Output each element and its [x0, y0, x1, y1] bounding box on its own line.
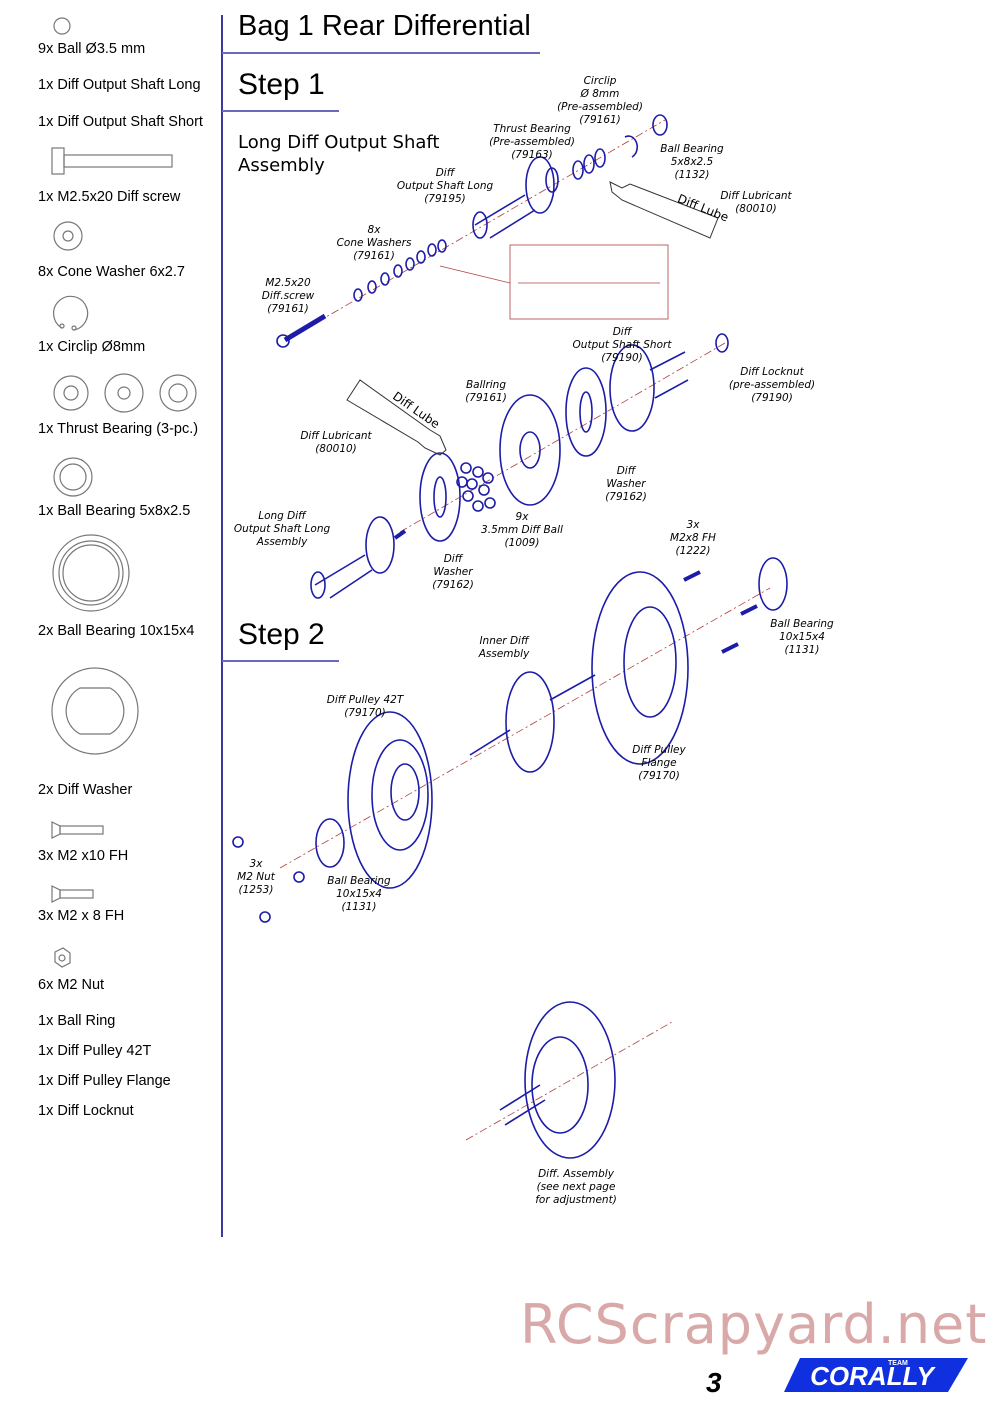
- callout-circlip: Circlip Ø 8mm (Pre-assembled) (79161): [557, 75, 643, 126]
- inner-diff-assembly: [469, 671, 596, 773]
- thrust-bearing: [572, 148, 606, 180]
- callout-output-shaft-short: Diff Output Shaft Short (79190): [572, 326, 672, 364]
- manual-page: 9x Ball Ø3.5 mm 1x Diff Output Shaft Lon…: [0, 0, 1000, 1415]
- callout-diff-lubricant-1: Diff Lubricant (80010): [720, 190, 792, 215]
- callout-diff-washer-2: Diff Washer (79162): [605, 465, 647, 503]
- callout-inner-diff: Inner Diff Assembly: [478, 635, 530, 660]
- m2x8-fh-screws: [683, 570, 758, 654]
- callout-diff-pulley: Diff Pulley 42T (79170): [326, 694, 404, 719]
- ball-bearing-10x15-right: [758, 557, 788, 611]
- team-corally-logo: CORALLY TEAM: [784, 1358, 968, 1392]
- assembly-axes: [279, 119, 771, 1141]
- callout-thrust-bearing: Thrust Bearing (Pre-assembled) (79163): [489, 123, 575, 161]
- callout-diff-assembly: Diff. Assembly (see next page for adjust…: [535, 1168, 617, 1206]
- diff-locknut: [715, 333, 729, 353]
- callout-pulley-flange: Diff Pulley Flange (79170): [632, 744, 686, 782]
- page-number: 3: [706, 1367, 722, 1398]
- callout-diff-balls: 9x 3.5mm Diff Ball (1009): [481, 511, 563, 549]
- callout-ballring: Ballring (79161): [465, 379, 507, 404]
- callout-long-shaft-assembly: Long Diff Output Shaft Long Assembly: [233, 510, 331, 548]
- callout-diff-screw: M2.5x20 Diff.screw (79161): [261, 277, 315, 315]
- diff-pulley: [347, 711, 433, 889]
- diff-screw: [276, 313, 327, 348]
- diff-balls: [456, 462, 496, 512]
- callout-ball-bearing-5x8: Ball Bearing 5x8x2.5 (1132): [660, 143, 724, 181]
- callout-ball-bearing-10x15-right: Ball Bearing 10x15x4 (1131): [770, 618, 834, 656]
- detail-inset: [439, 244, 669, 320]
- svg-text:TEAM: TEAM: [888, 1360, 908, 1367]
- diff-assembly: [499, 1001, 616, 1159]
- watermark: RCScrapyard.net: [520, 1293, 988, 1356]
- callout-cone-washers: 8x Cone Washers (79161): [336, 224, 412, 262]
- callout-m2-nut: 3x M2 Nut (1253): [237, 858, 275, 896]
- svg-text:CORALLY: CORALLY: [810, 1361, 936, 1391]
- ball-bearing-10x15-left: [315, 818, 345, 868]
- callout-output-shaft-long: Diff Output Shaft Long (79195): [396, 167, 494, 205]
- callout-diff-lubricant-2: Diff Lubricant (80010): [300, 430, 372, 455]
- callout-ball-bearing-10x15-left: Ball Bearing 10x15x4 (1131): [327, 875, 391, 913]
- diff-washer-2: [565, 367, 607, 457]
- callout-m2x8-fh: 3x M2x8 FH (1222): [670, 519, 716, 557]
- callout-diff-washer-1: Diff Washer (79162): [432, 553, 474, 591]
- callout-diff-locknut: Diff Locknut (pre-assembled) (79190): [728, 366, 816, 404]
- ballring: [499, 394, 561, 506]
- diff-pulley-flange: [591, 571, 689, 765]
- ball-bearing-5x8: [652, 114, 668, 136]
- circlip: [624, 135, 639, 158]
- diff-washer-1: [419, 452, 461, 542]
